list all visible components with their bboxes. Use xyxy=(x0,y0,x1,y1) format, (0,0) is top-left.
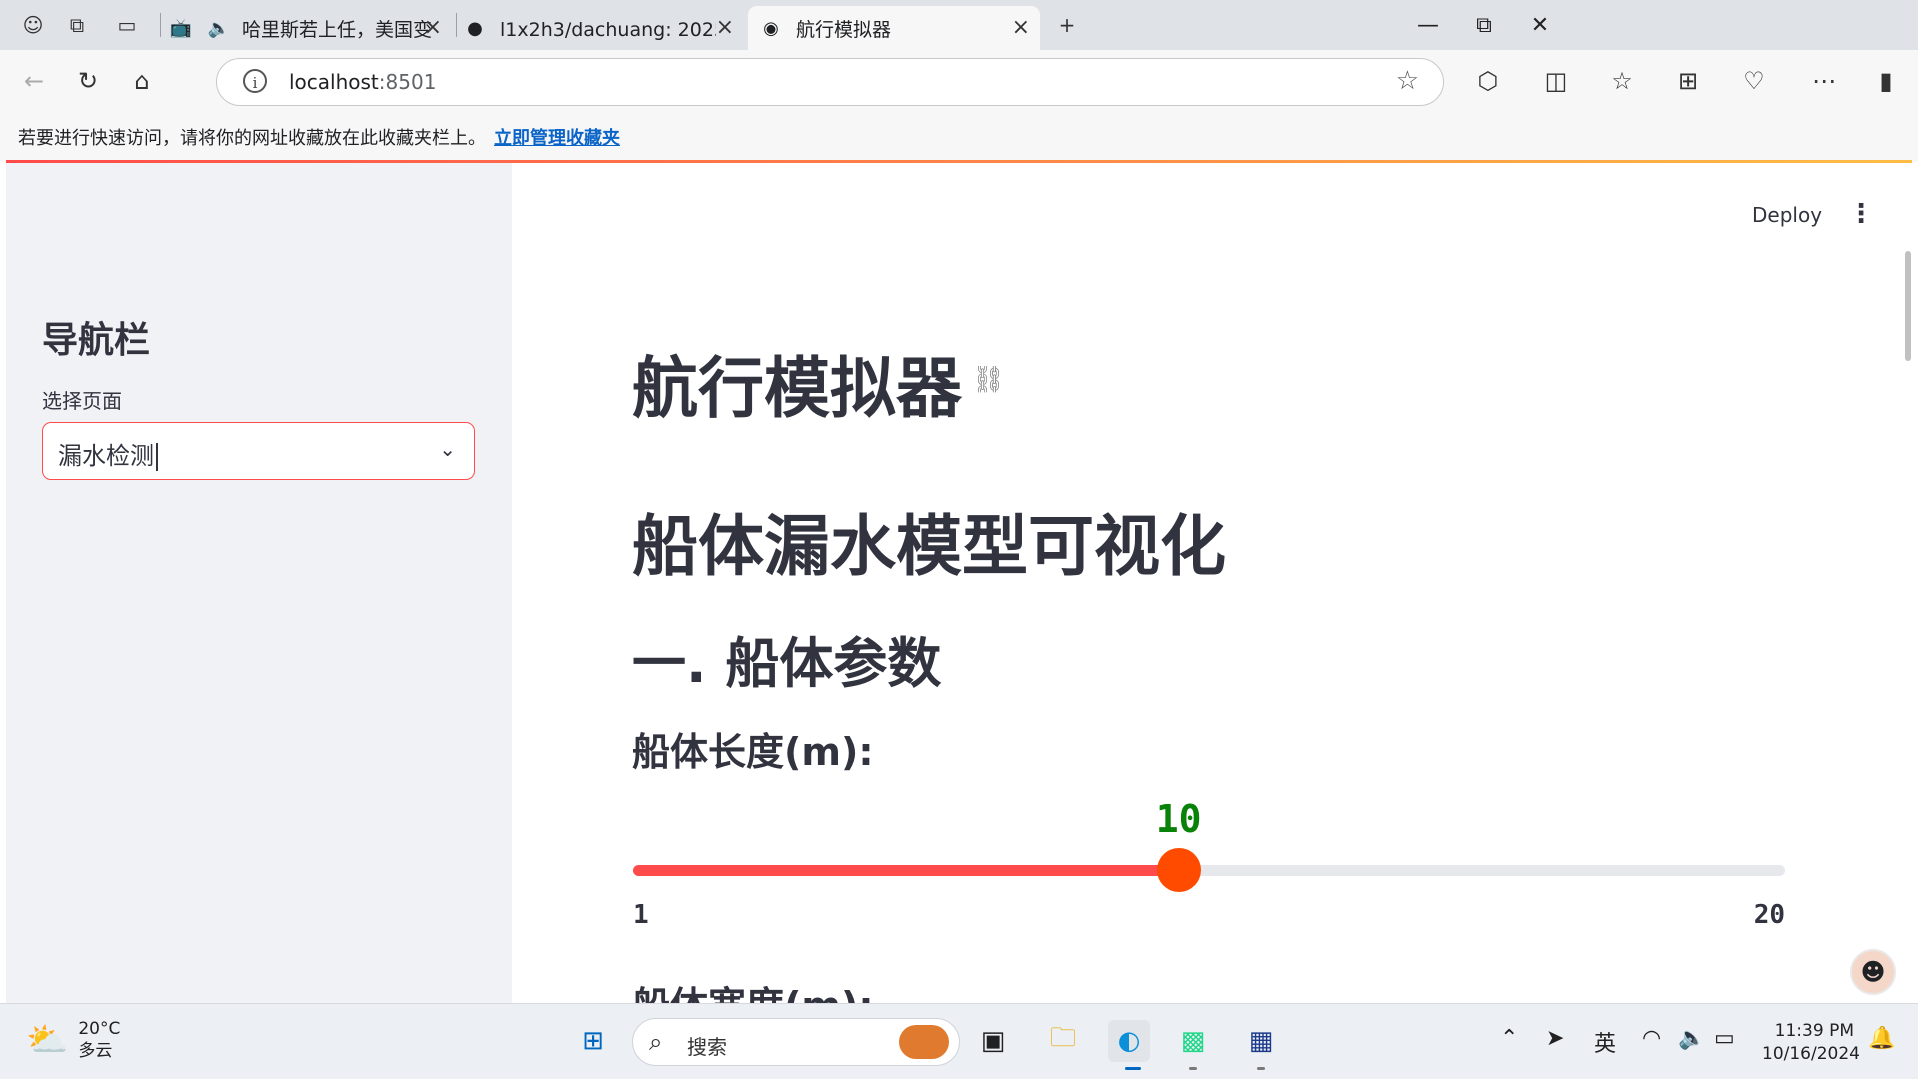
extensions-icon[interactable]: ⬡ xyxy=(1470,64,1506,98)
page-title: 航行模拟器 xyxy=(632,350,962,427)
site-info-icon[interactable]: i xyxy=(243,69,267,93)
taskbar-search[interactable]: ⌕ 搜索 xyxy=(632,1018,960,1066)
tab-title: l1x2h3/dachuang: 2025陕西省大创 xyxy=(500,18,716,41)
slider-max: 20 xyxy=(1753,900,1785,930)
github-icon: ● xyxy=(467,17,483,39)
anchor-link-icon[interactable]: ⛓ xyxy=(972,365,1005,395)
browser-toolbar: ← ↻ ⌂ i localhost:8501 ☆ ⬡ ◫ ☆ ⊞ ♡ ⋯ ▮ xyxy=(0,50,1918,112)
new-tab-icon[interactable]: + xyxy=(1052,10,1082,40)
close-tab-icon[interactable]: × xyxy=(424,15,442,40)
profile-icon[interactable]: ☺ xyxy=(18,10,48,40)
split-screen-icon[interactable]: ◫ xyxy=(1538,64,1574,98)
page-select[interactable]: 漏水检测 ⌄ xyxy=(42,422,475,480)
file-explorer-icon[interactable]: 🗀 xyxy=(1042,1020,1084,1062)
tab-strip: ☺ ⧉ ▭ 📺 🔈 哈里斯若上任，美国变啥样? × ● l1x2h3/dachu… xyxy=(0,0,1918,50)
chevron-down-icon[interactable]: ⌄ xyxy=(439,437,456,461)
sidebar: 导航栏 选择页面 漏水检测 ⌄ xyxy=(6,163,512,1003)
favorites-bar: 若要进行快速访问，请将你的网址收藏放在此收藏夹栏上。 立即管理收藏夹 xyxy=(0,112,1918,162)
assistant-avatar[interactable]: ☻ xyxy=(1850,949,1896,995)
scrollbar[interactable] xyxy=(1905,251,1911,361)
app-icon[interactable]: ▦ xyxy=(1240,1020,1282,1062)
tab-actions-icon[interactable]: ▭ xyxy=(112,10,142,40)
slider-min: 1 xyxy=(633,900,649,930)
address-bar[interactable]: i localhost:8501 ☆ xyxy=(216,58,1444,106)
battery-icon[interactable]: ▭ xyxy=(1714,1026,1735,1051)
section-heading: 一. 船体参数 xyxy=(632,632,942,695)
tab-title: 航行模拟器 xyxy=(796,18,892,41)
tab-bilibili[interactable]: 📺 🔈 哈里斯若上任，美国变啥样? × xyxy=(168,6,452,50)
collections-icon[interactable]: ⊞ xyxy=(1670,64,1706,98)
hull-length-slider[interactable]: 10 1 20 xyxy=(633,797,1785,930)
close-tab-icon[interactable]: × xyxy=(716,15,734,40)
audio-icon[interactable]: 🔈 xyxy=(206,15,232,41)
more-icon[interactable]: ⋯ xyxy=(1806,64,1842,98)
weather-temp: 20°C xyxy=(78,1019,121,1039)
sidebar-title: 导航栏 xyxy=(42,320,151,361)
close-window-icon[interactable]: ✕ xyxy=(1512,8,1568,42)
show-hidden-icons[interactable]: ⌃ xyxy=(1500,1026,1518,1051)
taskbar: ⛅ 20°C 多云 ⊞ ⌕ 搜索 ▣ 🗀 ◐ ▩ ▦ ⌃ ➤ 英 ◠ 🔈 ▭ 1… xyxy=(0,1003,1918,1079)
tab-github[interactable]: ● l1x2h3/dachuang: 2025陕西省大创 × xyxy=(462,6,744,50)
clock[interactable]: 11:39 PM 10/16/2024 xyxy=(1762,1020,1860,1066)
clock-time: 11:39 PM xyxy=(1774,1021,1854,1041)
restore-icon[interactable]: ⧉ xyxy=(1456,8,1512,42)
pycharm-icon[interactable]: ▩ xyxy=(1172,1020,1214,1062)
bilibili-icon: 📺 xyxy=(169,17,193,39)
clock-date: 10/16/2024 xyxy=(1762,1044,1860,1064)
favorite-star-icon[interactable]: ☆ xyxy=(1396,66,1419,96)
notification-bell-icon[interactable]: 🔔 xyxy=(1868,1026,1895,1051)
page-select-label: 选择页面 xyxy=(42,389,122,413)
browser-essentials-icon[interactable]: ♡ xyxy=(1736,64,1772,98)
text-caret xyxy=(156,443,158,471)
tab-title: 哈里斯若上任，美国变啥样? xyxy=(242,18,432,41)
page-select-value: 漏水检测 xyxy=(58,442,154,470)
weather-widget[interactable]: ⛅ 20°C 多云 xyxy=(26,1018,120,1062)
tab-streamlit[interactable]: ◉ 航行模拟器 × xyxy=(748,6,1040,50)
page-subtitle: 船体漏水模型可视化 xyxy=(632,508,1226,585)
partly-cloudy-icon: ⛅ xyxy=(26,1020,69,1060)
favorites-icon[interactable]: ☆ xyxy=(1604,64,1640,98)
workspaces-icon[interactable]: ⧉ xyxy=(62,10,92,40)
slider-fill xyxy=(633,865,1179,876)
minimize-icon[interactable]: — xyxy=(1400,8,1456,42)
weather-desc: 多云 xyxy=(78,1041,113,1061)
slider-label: 船体长度(m): xyxy=(632,730,874,774)
search-icon: ⌕ xyxy=(649,1028,663,1056)
search-highlight-icon xyxy=(899,1025,949,1059)
task-view-icon[interactable]: ▣ xyxy=(972,1020,1014,1062)
main-content: Deploy ⋮ 航行模拟器 ⛓ 船体漏水模型可视化 一. 船体参数 船体长度(… xyxy=(512,163,1912,1003)
search-placeholder: 搜索 xyxy=(687,1035,727,1059)
start-icon[interactable]: ⊞ xyxy=(572,1020,614,1062)
manage-favorites-link[interactable]: 立即管理收藏夹 xyxy=(494,124,620,150)
sidebar-toggle-icon[interactable]: ▮ xyxy=(1868,64,1904,98)
main-menu-icon[interactable]: ⋮ xyxy=(1848,201,1874,227)
location-icon[interactable]: ➤ xyxy=(1546,1026,1564,1051)
url-text[interactable]: localhost:8501 xyxy=(289,70,436,94)
deploy-button[interactable]: Deploy xyxy=(1752,203,1822,227)
next-slider-label: 船体宽度(m): xyxy=(632,975,874,1003)
ime-indicator[interactable]: 英 xyxy=(1594,1026,1616,1058)
slider-thumb[interactable] xyxy=(1156,848,1201,892)
close-tab-icon[interactable]: × xyxy=(1012,15,1030,40)
refresh-icon[interactable]: ↻ xyxy=(70,64,106,98)
edge-icon[interactable]: ◐ xyxy=(1108,1020,1150,1062)
favorites-hint: 若要进行快速访问，请将你的网址收藏放在此收藏夹栏上。 xyxy=(18,128,486,149)
volume-icon[interactable]: 🔈 xyxy=(1678,1026,1705,1051)
streamlit-icon: ◉ xyxy=(763,17,779,39)
wifi-icon[interactable]: ◠ xyxy=(1642,1026,1661,1051)
slider-value: 10 xyxy=(1155,797,1202,841)
home-icon[interactable]: ⌂ xyxy=(124,64,160,98)
back-icon[interactable]: ← xyxy=(16,64,52,98)
